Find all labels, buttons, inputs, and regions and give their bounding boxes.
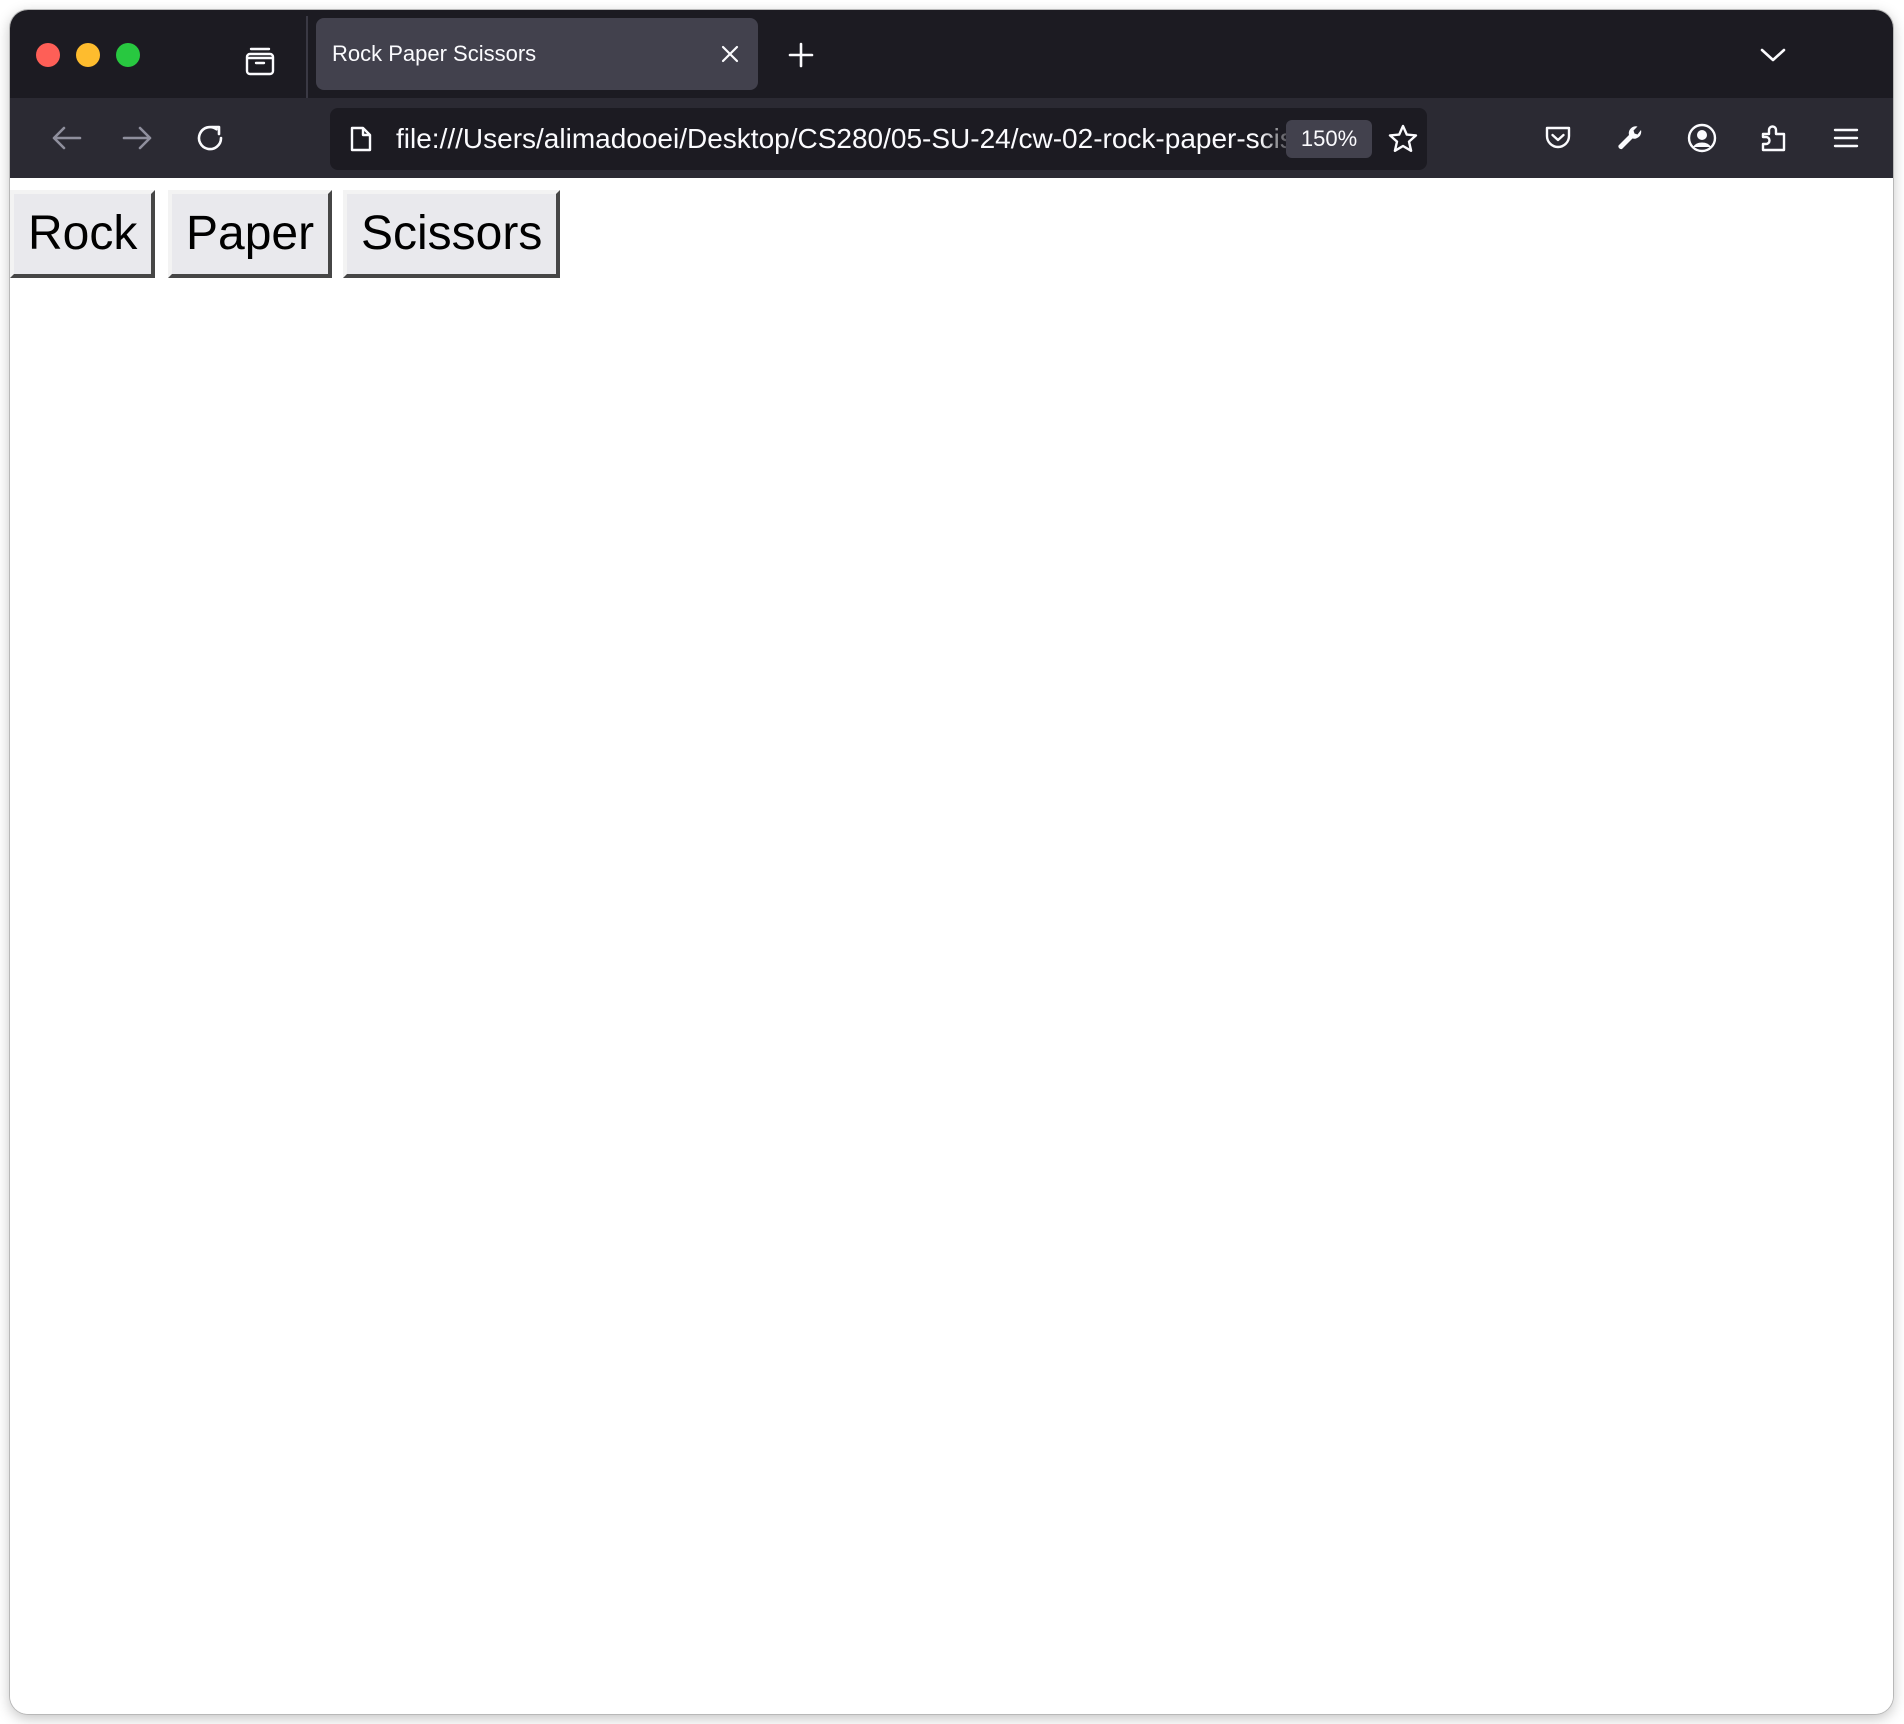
hamburger-menu-icon bbox=[1833, 128, 1859, 148]
scissors-button[interactable]: Scissors bbox=[343, 190, 561, 278]
pocket-button[interactable] bbox=[1538, 118, 1578, 158]
tab-close-button[interactable] bbox=[716, 40, 744, 68]
account-icon bbox=[1687, 123, 1717, 153]
firefox-view-icon bbox=[245, 47, 275, 76]
extensions-button[interactable] bbox=[1754, 118, 1794, 158]
window-zoom-button[interactable] bbox=[116, 43, 140, 67]
reload-icon bbox=[197, 125, 223, 151]
open-menu-button[interactable] bbox=[1826, 118, 1866, 158]
wrench-icon bbox=[1618, 126, 1642, 150]
page-icon bbox=[350, 126, 372, 152]
back-button[interactable] bbox=[46, 118, 86, 158]
arrow-right-icon bbox=[122, 126, 152, 150]
tab-title: Rock Paper Scissors bbox=[332, 41, 537, 66]
paper-button[interactable]: Paper bbox=[168, 190, 333, 278]
arrow-left-icon bbox=[52, 126, 82, 150]
tab-rock-paper-scissors[interactable]: Rock Paper Scissors bbox=[316, 18, 758, 90]
close-icon bbox=[721, 45, 739, 63]
puzzle-icon bbox=[1761, 125, 1786, 152]
tab-strip-divider bbox=[306, 16, 308, 98]
page-info-button[interactable] bbox=[346, 124, 376, 154]
browser-window: Rock Paper Scissors file:///Users/alimad… bbox=[10, 10, 1893, 1714]
list-all-tabs-button[interactable] bbox=[1756, 38, 1790, 72]
zoom-level-badge[interactable]: 150% bbox=[1286, 120, 1372, 158]
url-bar[interactable]: file:///Users/alimadooei/Desktop/CS280/0… bbox=[330, 108, 1427, 170]
firefox-view-button[interactable] bbox=[243, 44, 277, 78]
window-minimize-button[interactable] bbox=[76, 43, 100, 67]
window-close-button[interactable] bbox=[36, 43, 60, 67]
navigation-toolbar: file:///Users/alimadooei/Desktop/CS280/0… bbox=[10, 98, 1893, 178]
rock-button[interactable]: Rock bbox=[10, 190, 156, 278]
account-button[interactable] bbox=[1682, 118, 1722, 158]
star-icon bbox=[1388, 124, 1418, 152]
tab-strip: Rock Paper Scissors bbox=[10, 10, 1893, 98]
pocket-icon bbox=[1545, 126, 1571, 149]
new-tab-button[interactable] bbox=[784, 38, 818, 72]
chevron-down-icon bbox=[1760, 48, 1786, 62]
plus-icon bbox=[788, 42, 814, 68]
url-text[interactable]: file:///Users/alimadooei/Desktop/CS280/0… bbox=[396, 108, 1296, 170]
bookmark-button[interactable] bbox=[1386, 122, 1420, 156]
reload-button[interactable] bbox=[190, 118, 230, 158]
forward-button[interactable] bbox=[118, 118, 158, 158]
page-content: Rock Paper Scissors bbox=[10, 178, 1893, 1714]
developer-tools-button[interactable] bbox=[1610, 118, 1650, 158]
